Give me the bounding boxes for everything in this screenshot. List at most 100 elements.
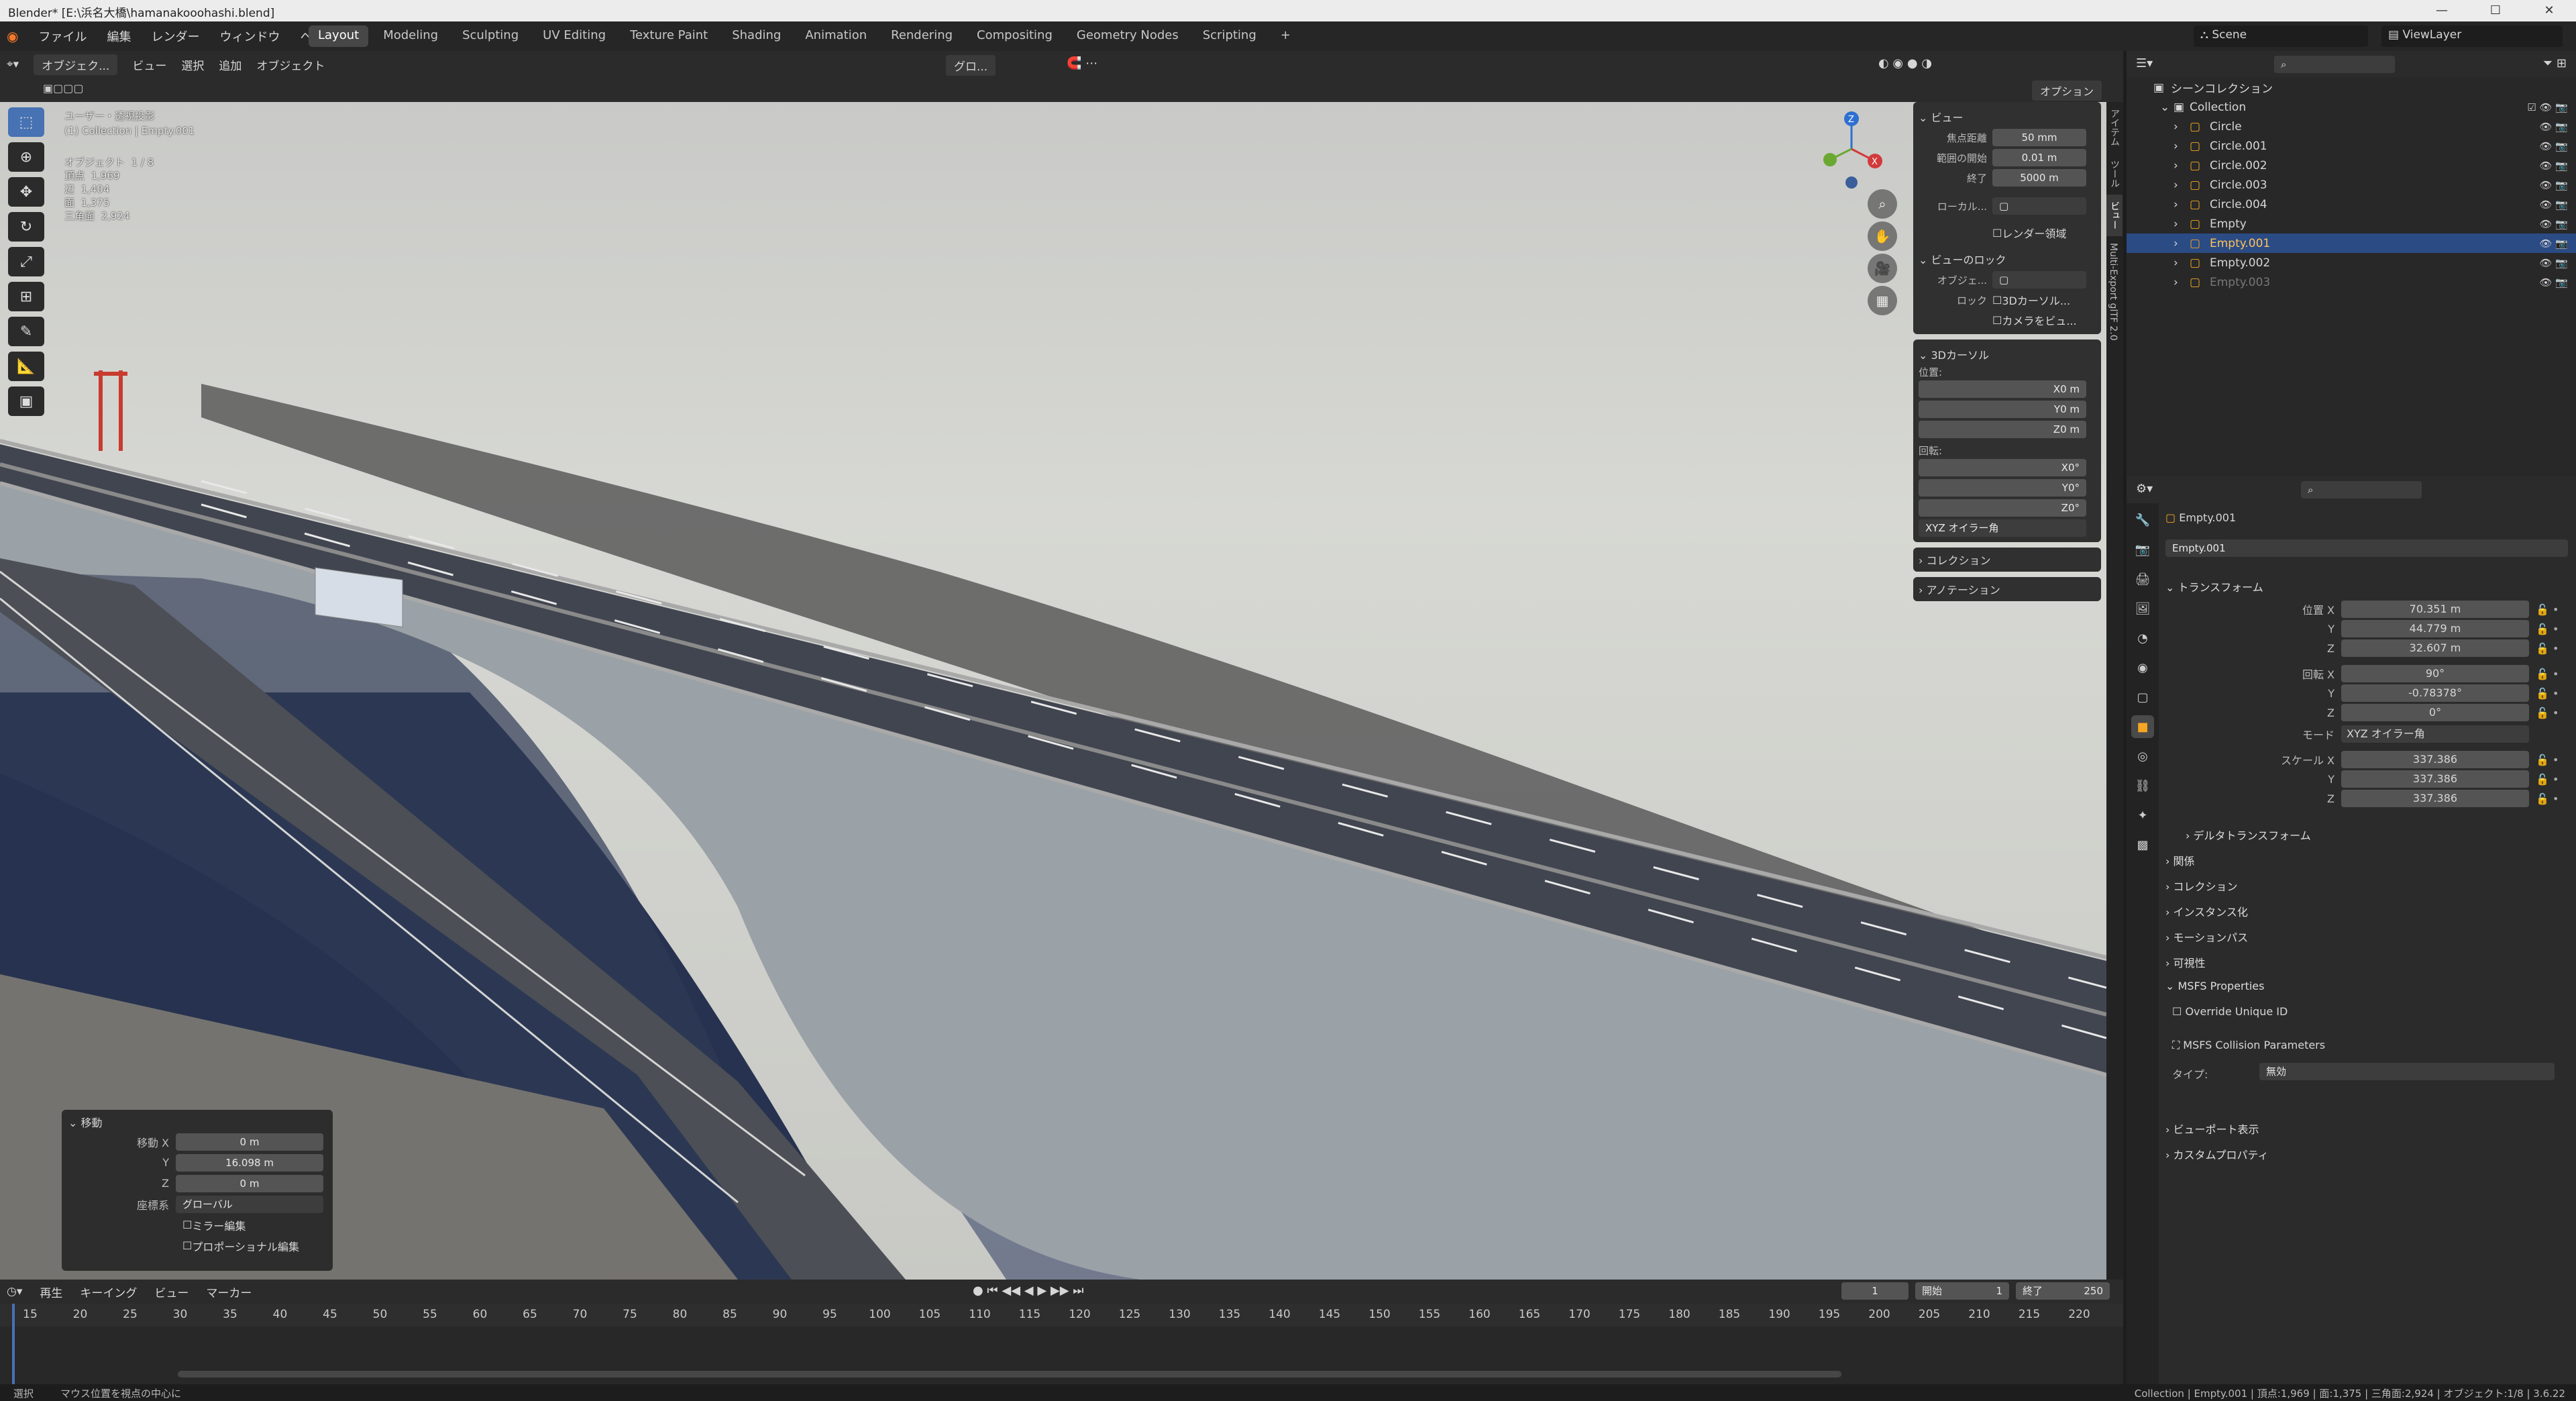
navigation-gizmo[interactable]: Z X [1811, 109, 1892, 189]
frame-end-field[interactable]: 終了 250 [2016, 1282, 2110, 1300]
instancing-header[interactable]: › インスタンス化 [2165, 903, 2248, 919]
lock-object-field[interactable]: ▢ [1992, 271, 2086, 289]
collection-tab-icon[interactable]: ▢ [2131, 686, 2154, 709]
location-y-field[interactable]: 44.779 m [2341, 620, 2529, 637]
tab-scripting[interactable]: Scripting [1193, 25, 1266, 47]
override-uid-checkbox[interactable]: ☐ [2172, 1005, 2185, 1018]
menu-playback[interactable]: 再生 [40, 1284, 62, 1300]
transform-tool-icon[interactable]: ⊞ [8, 282, 44, 311]
properties-search-input[interactable]: ⌕ [2301, 481, 2422, 499]
tab-uv-editing[interactable]: UV Editing [533, 25, 615, 47]
render-region-checkbox[interactable]: ☐ [1992, 227, 2002, 240]
cursor-z-field[interactable]: Z 0 m [1919, 421, 2086, 438]
motion-paths-header[interactable]: › モーションパス [2165, 929, 2248, 945]
rotate-tool-icon[interactable]: ↻ [8, 212, 44, 242]
visibility-icons[interactable]: 👁 📷 [2540, 121, 2569, 133]
mode-dropdown[interactable]: オブジェク... [34, 54, 118, 75]
lock-icon[interactable]: 🔓 • [2536, 792, 2559, 805]
orientation-dropdown[interactable]: グローバル [176, 1195, 323, 1213]
viewport-shading-icons[interactable]: ◐ ◉ ● ◑ [1878, 56, 1932, 70]
lock-camera-checkbox[interactable]: ☐ [1992, 314, 2002, 327]
ortho-grid-icon[interactable]: ▦ [1868, 286, 1897, 315]
add-cube-tool-icon[interactable]: ▣ [8, 386, 44, 416]
visibility-icons[interactable]: 👁 📷 [2540, 199, 2569, 211]
tab-geometry-nodes[interactable]: Geometry Nodes [1067, 25, 1188, 47]
data-tab-icon[interactable]: ✦ [2131, 804, 2154, 827]
viewlayer-selector[interactable]: ▤ ViewLayer [2381, 25, 2563, 47]
section-header-3d-cursor[interactable]: ⌄ 3Dカーソル [1919, 344, 2096, 365]
filter-icon[interactable]: ⏷ ⊞ [2543, 56, 2567, 70]
tab-texture-paint[interactable]: Texture Paint [621, 25, 717, 47]
cursor-x-field[interactable]: X 0 m [1919, 380, 2086, 398]
cursor-ry-field[interactable]: Y 0° [1919, 479, 2086, 497]
menu-timeline-view[interactable]: ビュー [154, 1284, 189, 1300]
playhead[interactable] [12, 1304, 15, 1384]
section-header-view-lock[interactable]: ⌄ ビューのロック [1919, 248, 2096, 270]
lock-icon[interactable]: 🔓 • [2536, 623, 2559, 635]
lock-icon[interactable]: 🔓 • [2536, 642, 2559, 655]
menu-view[interactable]: ビュー [132, 56, 166, 73]
cursor-rx-field[interactable]: X 0° [1919, 459, 2086, 476]
outliner-item[interactable]: › ▢ Circle.001 👁 📷 [2127, 136, 2576, 156]
move-y-field[interactable]: 16.098 m [176, 1153, 323, 1172]
annotation-section[interactable]: › アノテーション [1913, 577, 2101, 601]
outliner-item[interactable]: › ▢ Circle.002 👁 📷 [2127, 156, 2576, 175]
frame-start-field[interactable]: 開始 1 [1915, 1282, 2009, 1300]
move-x-field[interactable]: 0 m [176, 1133, 323, 1151]
lock-icon[interactable]: 🔓 • [2536, 687, 2559, 700]
select-mode-icons[interactable]: ▣▢▢▢ [43, 82, 83, 95]
chevron-right-icon[interactable]: › [2174, 237, 2178, 250]
outliner-item[interactable]: › ▢ Empty.003 👁 📷 [2127, 272, 2576, 292]
local-camera-field[interactable]: ▢ [1992, 197, 2086, 215]
options-dropdown[interactable]: オプション [2031, 81, 2102, 101]
collision-type-dropdown[interactable]: 無効 [2259, 1063, 2555, 1080]
pan-hand-icon[interactable]: ✋ [1868, 221, 1897, 251]
chevron-right-icon[interactable]: › [2174, 256, 2178, 270]
timeline-area[interactable]: 15 20 25 30 35 40 45 50 55 60 65 70 75 80 85 90 95 100 105… [0, 1304, 2123, 1384]
camera-view-icon[interactable]: 🎥 [1868, 254, 1897, 283]
cursor-rotation-mode-dropdown[interactable]: XYZ オイラー角 [1919, 519, 2086, 537]
minimize-button[interactable]: — [2415, 0, 2469, 21]
scale-y-field[interactable]: 337.386 [2341, 770, 2529, 788]
menu-select[interactable]: 選択 [181, 56, 204, 73]
object-name-field[interactable]: Empty.001 [2165, 539, 2568, 557]
outliner-item[interactable]: › ▢ Circle.004 👁 📷 [2127, 195, 2576, 214]
chevron-right-icon[interactable]: › [2174, 198, 2178, 211]
collection-section[interactable]: › コレクション [1913, 548, 2101, 572]
select-box-tool-icon[interactable]: ⬚ [8, 107, 44, 137]
scene-selector[interactable]: ⛬ Scene [2194, 25, 2368, 47]
annotate-tool-icon[interactable]: ✎ [8, 317, 44, 346]
timeline-scrollbar[interactable] [178, 1371, 1841, 1378]
chevron-right-icon[interactable]: › [2174, 159, 2178, 172]
move-tool-icon[interactable]: ✥ [8, 177, 44, 207]
scale-tool-icon[interactable]: ⤢ [8, 247, 44, 276]
lock-icon[interactable]: 🔓 • [2536, 603, 2559, 616]
proportional-checkbox[interactable]: ☐ [182, 1239, 192, 1252]
tool-tab-icon[interactable]: 🔧 [2131, 509, 2154, 531]
menu-marker[interactable]: マーカー [206, 1284, 252, 1300]
properties-editor-icon[interactable]: ⚙▾ [2136, 482, 2153, 496]
visibility-icons[interactable]: ☑ 👁 📷 [2527, 101, 2568, 113]
texture-tab-icon[interactable]: ▩ [2131, 833, 2154, 856]
rotation-x-field[interactable]: 90° [2341, 665, 2529, 682]
maximize-button[interactable]: ☐ [2469, 0, 2522, 21]
outliner-collection-row[interactable]: ⌄ ▣ Collection ☑ 👁 📷 [2127, 97, 2576, 117]
chevron-right-icon[interactable]: › [2174, 120, 2178, 134]
lock-cursor-checkbox[interactable]: ☐ [1992, 294, 2002, 307]
move-z-field[interactable]: 0 m [176, 1174, 323, 1192]
lock-icon[interactable]: 🔓 • [2536, 754, 2559, 766]
editor-type-icon[interactable]: ⌖▾ [7, 58, 19, 71]
chevron-right-icon[interactable]: › [2174, 276, 2178, 289]
visibility-icons[interactable]: 👁 📷 [2540, 276, 2569, 289]
clip-start-field[interactable]: 0.01 m [1992, 149, 2086, 166]
visibility-icons[interactable]: 👁 📷 [2540, 238, 2569, 250]
menu-window[interactable]: ウィンドウ [219, 28, 280, 45]
visibility-icons[interactable]: 👁 📷 [2540, 160, 2569, 172]
visibility-icons[interactable]: 👁 📷 [2540, 179, 2569, 191]
chevron-right-icon[interactable]: › [2174, 217, 2178, 231]
lock-icon[interactable]: 🔓 • [2536, 668, 2559, 680]
frame-ruler[interactable]: 15 20 25 30 35 40 45 50 55 60 65 70 75 80 85 90 95 100 105… [0, 1304, 2123, 1327]
section-header-view[interactable]: ⌄ ビュー [1919, 106, 2096, 127]
sidebar-tab-tool[interactable]: ツール [2106, 153, 2123, 195]
outliner-item[interactable]: › ▢ Empty.002 👁 📷 [2127, 253, 2576, 272]
